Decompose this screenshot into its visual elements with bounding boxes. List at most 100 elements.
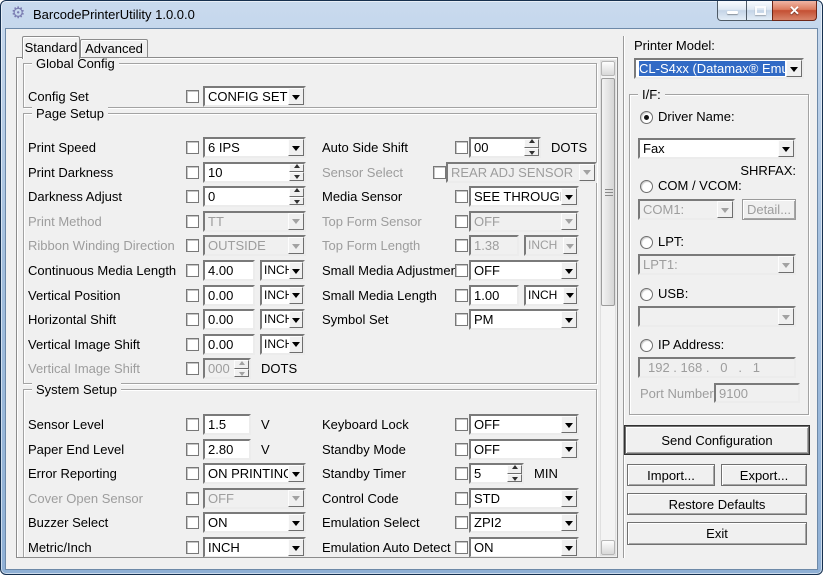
media-sensor-combobox[interactable]: SEE THROUGH [469, 186, 579, 207]
config-set-checkbox[interactable] [186, 90, 199, 103]
scrollbar-thumb[interactable] [601, 78, 615, 306]
darkness-adjust-checkbox[interactable] [186, 190, 199, 203]
standby-timer-spinner[interactable]: 5 [469, 463, 524, 484]
driver-name-combobox[interactable]: Fax [638, 138, 796, 159]
emulation-select-combobox[interactable]: ZPI2 [469, 512, 579, 533]
dropdown-arrow-icon[interactable] [289, 287, 303, 304]
buzzer-select-checkbox[interactable] [186, 516, 199, 529]
export-button[interactable]: Export... [721, 464, 807, 486]
standby-mode-combobox[interactable]: OFF [469, 439, 579, 460]
vertical-scrollbar[interactable] [600, 60, 616, 556]
small-media-length-checkbox[interactable] [455, 289, 468, 302]
radio-usb[interactable] [640, 288, 653, 301]
vertical-image-shift-input[interactable]: 0.00 [203, 334, 255, 355]
dropdown-arrow-icon[interactable] [561, 441, 577, 458]
dropdown-arrow-icon[interactable] [561, 262, 577, 279]
window-title: BarcodePrinterUtility 1.0.0.0 [33, 7, 195, 22]
vertical-image-shift-checkbox[interactable] [186, 338, 199, 351]
dropdown-arrow-icon[interactable] [289, 262, 303, 279]
close-button[interactable]: ✕ [772, 1, 817, 21]
minimize-button[interactable] [717, 1, 747, 21]
control-code-combobox[interactable]: STD [469, 488, 579, 509]
spinner-buttons[interactable] [507, 465, 522, 482]
vertical-image-shift-unit-combobox[interactable]: INCH [260, 334, 305, 355]
import-button[interactable]: Import... [627, 464, 715, 486]
send-configuration-button[interactable]: Send Configuration [625, 426, 809, 454]
print-speed-checkbox[interactable] [186, 141, 199, 154]
continuous-media-length-unit-combobox[interactable]: INCH [260, 260, 305, 281]
emulation-auto-detect-combobox[interactable]: ON [469, 537, 579, 558]
emulation-select-checkbox[interactable] [455, 516, 468, 529]
media-sensor-checkbox[interactable] [455, 190, 468, 203]
metric-inch-checkbox[interactable] [186, 541, 199, 554]
dropdown-arrow-icon[interactable] [563, 287, 577, 304]
small-media-adjustment-combobox[interactable]: OFF [469, 260, 579, 281]
keyboard-lock-combobox[interactable]: OFF [469, 414, 579, 435]
dropdown-arrow-icon[interactable] [561, 490, 577, 507]
darkness-adjust-spinner[interactable]: 0 [203, 186, 306, 207]
error-reporting-combobox[interactable]: ON PRINTING [203, 463, 306, 484]
dropdown-arrow-icon[interactable] [561, 311, 577, 328]
scroll-up-button[interactable] [601, 61, 615, 76]
auto-side-shift-spinner[interactable]: 00 [469, 137, 541, 158]
dropdown-arrow-icon[interactable] [288, 539, 304, 556]
dropdown-arrow-icon[interactable] [561, 416, 577, 433]
sensor-level-checkbox[interactable] [186, 418, 199, 431]
dropdown-arrow-icon[interactable] [288, 88, 304, 105]
standby-timer-checkbox[interactable] [455, 467, 468, 480]
continuous-media-length-checkbox[interactable] [186, 264, 199, 277]
dropdown-arrow-icon[interactable] [289, 336, 303, 353]
vertical-position-input[interactable]: 0.00 [203, 285, 255, 306]
symbol-set-combobox[interactable]: PM [469, 309, 579, 330]
spinner-buttons[interactable] [524, 139, 539, 156]
emulation-auto-detect-checkbox[interactable] [455, 541, 468, 554]
dropdown-arrow-icon[interactable] [786, 60, 802, 77]
sensor-level-input[interactable]: 1.5 [203, 414, 251, 435]
dropdown-arrow-icon[interactable] [561, 514, 577, 531]
horizontal-shift-input[interactable]: 0.00 [203, 309, 255, 330]
error-reporting-checkbox[interactable] [186, 467, 199, 480]
config-set-combobox[interactable]: CONFIG SET 1 [203, 86, 306, 107]
spinner-buttons[interactable] [289, 188, 304, 205]
printer-model-combobox[interactable]: CL-S4xx (Datamax® Emulat [634, 58, 804, 79]
keyboard-lock-checkbox[interactable] [455, 418, 468, 431]
scroll-down-button[interactable] [601, 540, 615, 555]
radio-com-vcom[interactable] [640, 180, 653, 193]
small-media-length-unit-combobox[interactable]: INCH [524, 285, 579, 306]
auto-side-shift-checkbox[interactable] [455, 141, 468, 154]
titlebar[interactable]: ⚙ BarcodePrinterUtility 1.0.0.0 ✕ [1, 1, 822, 28]
dropdown-arrow-icon[interactable] [778, 140, 794, 157]
print-speed-combobox[interactable]: 6 IPS [203, 137, 306, 158]
vertical-position-checkbox[interactable] [186, 289, 199, 302]
metric-inch-combobox[interactable]: INCH [203, 537, 306, 558]
radio-ip-address[interactable] [640, 339, 653, 352]
dropdown-arrow-icon[interactable] [288, 514, 304, 531]
tab-advanced[interactable]: Advanced [80, 39, 148, 58]
print-darkness-checkbox[interactable] [186, 166, 199, 179]
restore-defaults-button[interactable]: Restore Defaults [627, 493, 807, 515]
dropdown-arrow-icon[interactable] [561, 188, 577, 205]
vertical-position-unit-combobox[interactable]: INCH [260, 285, 305, 306]
dropdown-arrow-icon[interactable] [561, 539, 577, 556]
paper-end-level-checkbox[interactable] [186, 443, 199, 456]
print-darkness-spinner[interactable]: 10 [203, 162, 306, 183]
radio-driver-name[interactable] [640, 111, 653, 124]
spinner-buttons[interactable] [289, 164, 304, 181]
horizontal-shift-unit-combobox[interactable]: INCH [260, 309, 305, 330]
symbol-set-checkbox[interactable] [455, 313, 468, 326]
dropdown-arrow-icon[interactable] [289, 311, 303, 328]
horizontal-shift-checkbox[interactable] [186, 313, 199, 326]
continuous-media-length-input[interactable]: 4.00 [203, 260, 255, 281]
paper-end-level-input[interactable]: 2.80 [203, 439, 251, 460]
radio-lpt[interactable] [640, 236, 653, 249]
control-code-checkbox[interactable] [455, 492, 468, 505]
small-media-adjustment-checkbox[interactable] [455, 264, 468, 277]
small-media-length-input[interactable]: 1.00 [469, 285, 519, 306]
exit-button[interactable]: Exit [627, 522, 807, 545]
standby-mode-checkbox[interactable] [455, 443, 468, 456]
tab-standard[interactable]: Standard [22, 36, 80, 59]
dropdown-arrow-icon[interactable] [288, 465, 304, 482]
buzzer-select-combobox[interactable]: ON [203, 512, 306, 533]
maximize-button[interactable] [746, 1, 773, 21]
dropdown-arrow-icon[interactable] [288, 139, 304, 156]
